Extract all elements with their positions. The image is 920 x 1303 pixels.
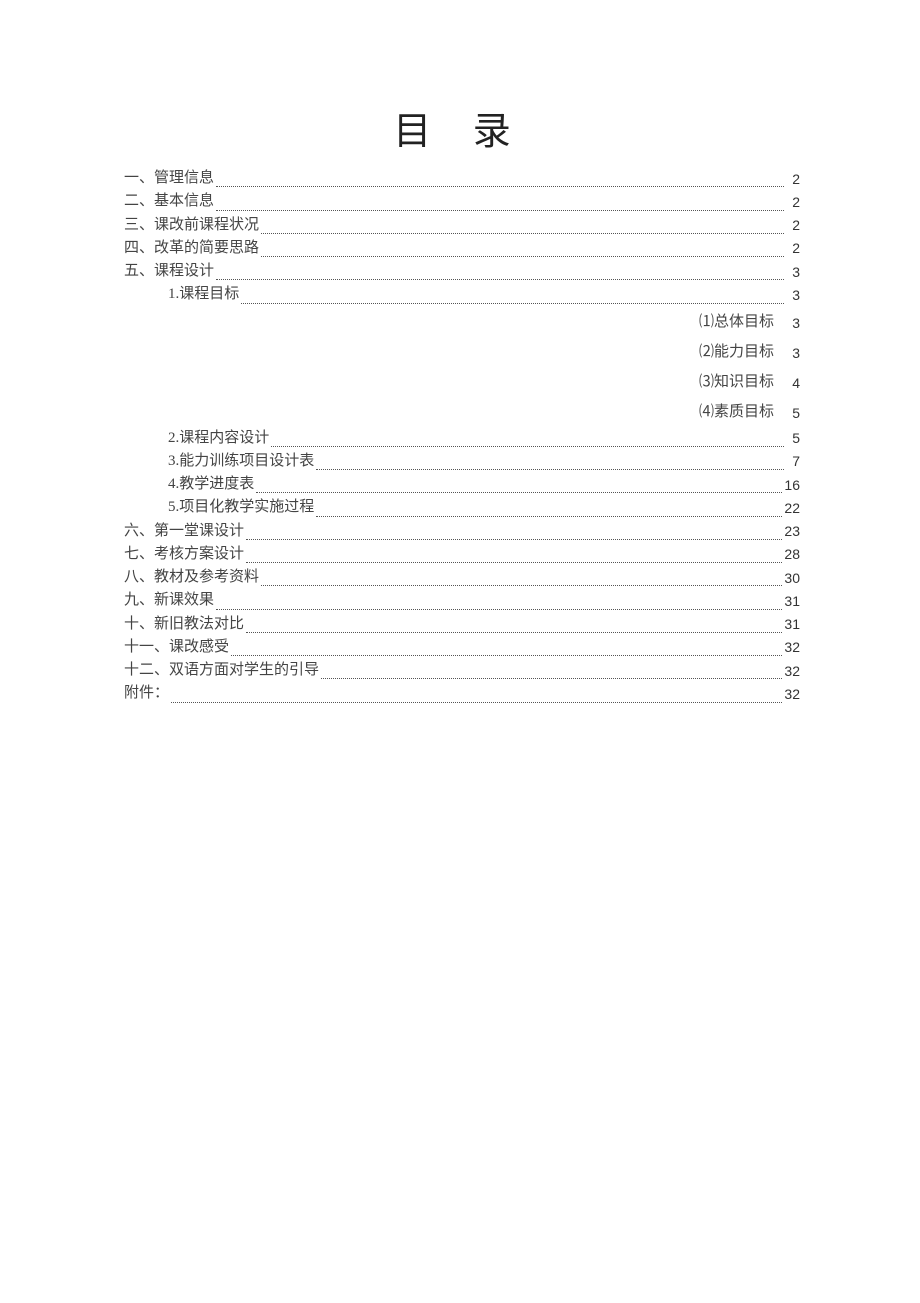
toc-entry: 一、管理信息 2 — [120, 167, 800, 190]
toc-entry: 四、改革的简要思路 2 — [120, 237, 800, 260]
toc-entry: ⑴总体目标 3 — [120, 307, 800, 337]
toc-leader — [261, 585, 782, 586]
toc-page: 31 — [784, 591, 800, 613]
toc-entry: 十、新旧教法对比 31 — [120, 613, 800, 636]
toc-entry: 十二、双语方面对学生的引导 32 — [120, 659, 800, 682]
toc-label: 二、基本信息 — [124, 190, 214, 213]
toc-entry: 六、第一堂课设计 23 — [120, 520, 800, 543]
toc-page: 28 — [784, 544, 800, 566]
toc-leader — [256, 492, 782, 493]
toc-page: 31 — [784, 614, 800, 636]
toc-label: 三、课改前课程状况 — [124, 214, 259, 237]
toc-leader — [246, 562, 782, 563]
toc-label: ⑵能力目标 — [699, 337, 774, 367]
toc-label: 2.课程内容设计 — [168, 427, 269, 450]
toc-entry: 二、基本信息 2 — [120, 190, 800, 213]
toc-label: ⑴总体目标 — [699, 307, 774, 337]
toc-leader — [216, 279, 784, 280]
toc-entry: 十一、课改感受 32 — [120, 636, 800, 659]
toc-leader — [316, 469, 784, 470]
toc-entry: 五、课程设计 3 — [120, 260, 800, 283]
toc-leader — [261, 256, 784, 257]
toc-entry: 三、课改前课程状况 2 — [120, 214, 800, 237]
toc-page: 32 — [784, 637, 800, 659]
toc-label: 十、新旧教法对比 — [124, 613, 244, 636]
toc-page: 2 — [786, 238, 800, 260]
toc-leader — [321, 678, 782, 679]
toc-page: 3 — [788, 309, 800, 337]
toc-page: 32 — [784, 684, 800, 706]
toc-leader — [246, 632, 782, 633]
toc-page: 4 — [788, 369, 800, 397]
toc-label: 七、考核方案设计 — [124, 543, 244, 566]
toc-label: 八、教材及参考资料 — [124, 566, 259, 589]
toc-entry: ⑶知识目标 4 — [120, 367, 800, 397]
toc-entry: 附件： 32 — [120, 682, 800, 705]
toc-page: 2 — [786, 192, 800, 214]
toc-label: ⑶知识目标 — [699, 367, 774, 397]
toc-label: 一、管理信息 — [124, 167, 214, 190]
toc-leader — [171, 702, 782, 703]
toc-entry: 5.项目化教学实施过程 22 — [120, 496, 800, 519]
toc-leader — [216, 186, 784, 187]
toc-leader — [231, 655, 782, 656]
toc-label: 十二、双语方面对学生的引导 — [124, 659, 319, 682]
toc-leader — [246, 539, 782, 540]
toc-leader — [261, 233, 784, 234]
toc-label: 1.课程目标 — [168, 283, 239, 306]
toc-leader — [241, 303, 784, 304]
toc-entry: 八、教材及参考资料 30 — [120, 566, 800, 589]
toc-page: 2 — [786, 169, 800, 191]
toc-label: 九、新课效果 — [124, 589, 214, 612]
toc-page: 23 — [784, 521, 800, 543]
toc-leader — [216, 609, 782, 610]
toc-label: 3.能力训练项目设计表 — [168, 450, 314, 473]
page-title: 目 录 — [120, 100, 800, 155]
toc-page: 5 — [788, 399, 800, 427]
toc-leader — [271, 446, 784, 447]
toc-page: 22 — [784, 498, 800, 520]
toc-entry: ⑷素质目标 5 — [120, 397, 800, 427]
toc-entry: 3.能力训练项目设计表 7 — [120, 450, 800, 473]
toc-page: 3 — [788, 339, 800, 367]
toc-leader — [216, 210, 784, 211]
toc-page: 3 — [786, 285, 800, 307]
toc-label: 4.教学进度表 — [168, 473, 254, 496]
toc-page: 7 — [786, 451, 800, 473]
toc-label: 六、第一堂课设计 — [124, 520, 244, 543]
toc-label: 5.项目化教学实施过程 — [168, 496, 314, 519]
toc-leader — [316, 516, 782, 517]
toc-entry: 4.教学进度表 16 — [120, 473, 800, 496]
toc-label: 四、改革的简要思路 — [124, 237, 259, 260]
toc-entry: 九、新课效果 31 — [120, 589, 800, 612]
toc-label: 十一、课改感受 — [124, 636, 229, 659]
toc-entry: ⑵能力目标 3 — [120, 337, 800, 367]
toc-page: 16 — [784, 475, 800, 497]
toc-entry: 七、考核方案设计 28 — [120, 543, 800, 566]
toc-page: 2 — [786, 215, 800, 237]
toc-page: 3 — [786, 262, 800, 284]
table-of-contents: 一、管理信息2二、基本信息2三、课改前课程状况2四、改革的简要思路2五、课程设计… — [120, 167, 800, 706]
toc-page: 32 — [784, 661, 800, 683]
toc-entry: 2.课程内容设计 5 — [120, 427, 800, 450]
toc-label: ⑷素质目标 — [699, 397, 774, 427]
toc-page: 30 — [784, 568, 800, 590]
toc-page: 5 — [786, 428, 800, 450]
toc-label: 附件： — [124, 682, 169, 705]
toc-entry: 1.课程目标 3 — [120, 283, 800, 306]
toc-label: 五、课程设计 — [124, 260, 214, 283]
